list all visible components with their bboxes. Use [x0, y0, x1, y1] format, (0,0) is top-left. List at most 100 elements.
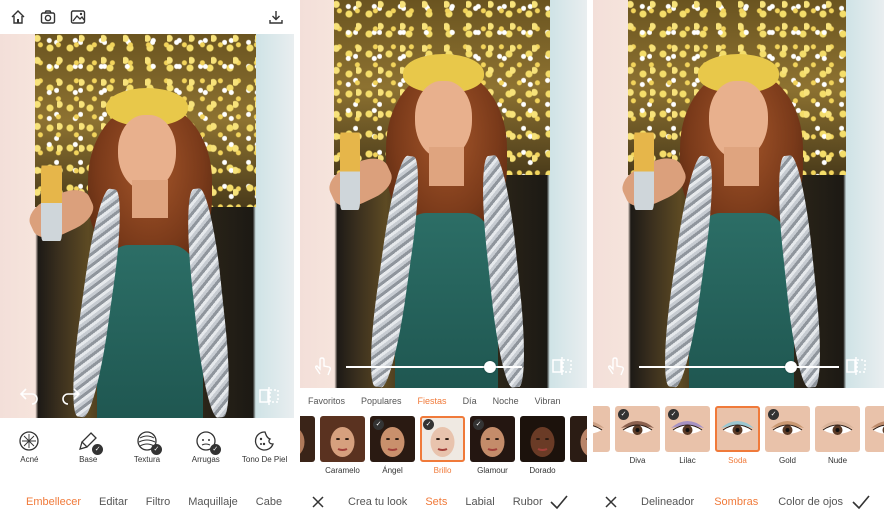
- beautify-screen: Acné ✓ Base ✓ Textura ✓ Arrugas Tono De …: [0, 0, 294, 520]
- texture-icon: ✓: [136, 430, 162, 455]
- tool-base[interactable]: ✓ Base: [60, 430, 116, 474]
- nav-editar[interactable]: Editar: [99, 496, 128, 508]
- eyeshadow-screen: ve ✓ Diva ✓ Lilac Soda ✓ Gold Nude C Delineador S…: [593, 0, 884, 520]
- photo-canvas[interactable]: [0, 34, 294, 418]
- look-preset-image: ✓: [370, 416, 415, 462]
- applied-check-icon: ✓: [209, 444, 221, 455]
- look-preset[interactable]: ía: [300, 416, 315, 475]
- nav-delineador[interactable]: Delineador: [641, 496, 694, 508]
- hand-touch-icon[interactable]: [312, 356, 334, 383]
- nav-labial[interactable]: Labial: [465, 496, 494, 508]
- nav-sombras[interactable]: Sombras: [714, 496, 758, 508]
- photo-canvas[interactable]: [300, 0, 587, 388]
- look-preset[interactable]: ✓ Glamour: [470, 416, 515, 475]
- champagne-glass: [41, 156, 62, 242]
- skin-tone-icon: [254, 430, 276, 452]
- bottom-nav: Crea tu look Sets Labial Rubor: [300, 484, 587, 520]
- eyeshadow-preset-image: [815, 406, 860, 452]
- look-preset[interactable]: ✓ Ángel: [370, 416, 415, 475]
- compare-icon[interactable]: [551, 356, 573, 381]
- eyeshadow-preset-label: Lilac: [679, 456, 696, 465]
- look-preset-image: ✓: [420, 416, 465, 462]
- tab-populares[interactable]: Populares: [361, 396, 402, 412]
- tool-acne[interactable]: Acné: [1, 430, 57, 474]
- tool-skin-tone[interactable]: Tono De Piel: [237, 430, 293, 474]
- applied-check-icon: ✓: [618, 409, 629, 420]
- eyeshadow-preset[interactable]: ✓ Diva: [615, 406, 660, 465]
- wrinkles-icon: ✓: [195, 430, 221, 455]
- eyeshadow-preset[interactable]: Nude: [815, 406, 860, 465]
- checkmark-icon[interactable]: [549, 494, 569, 510]
- look-preset-image: [300, 416, 315, 462]
- undo-icon[interactable]: [18, 386, 40, 411]
- close-icon[interactable]: [603, 494, 619, 510]
- intensity-slider-track[interactable]: [639, 366, 839, 368]
- eyeshadow-preset[interactable]: ✓ Lilac: [665, 406, 710, 465]
- close-icon[interactable]: [310, 494, 326, 510]
- applied-check-icon: ✓: [423, 419, 434, 430]
- compare-icon[interactable]: [258, 386, 280, 411]
- compare-icon[interactable]: [845, 356, 867, 381]
- neck: [429, 147, 464, 187]
- look-preset[interactable]: Caramelo: [320, 416, 365, 475]
- look-preset-image: [520, 416, 565, 462]
- eyeshadow-preset[interactable]: C: [865, 406, 884, 465]
- eyeshadow-preset-label: Soda: [728, 456, 747, 465]
- nav-rubor[interactable]: Rubor: [513, 496, 543, 508]
- eyeshadow-preset-image: [865, 406, 884, 452]
- eyeshadow-preset-image: [593, 406, 610, 452]
- gallery-icon[interactable]: [70, 9, 86, 25]
- nav-sets[interactable]: Sets: [425, 496, 447, 508]
- eyeshadow-preset-label: Gold: [779, 456, 796, 465]
- acne-icon: [18, 430, 40, 452]
- look-preset[interactable]: Dorado: [520, 416, 565, 475]
- look-preset[interactable]: ✓ Brillo: [420, 416, 465, 475]
- intensity-slider-knob[interactable]: [785, 361, 797, 373]
- checkmark-icon[interactable]: [851, 494, 871, 510]
- hand-touch-icon[interactable]: [605, 356, 627, 383]
- nav-crea-tu-look[interactable]: Crea tu look: [348, 496, 407, 508]
- look-category-tabs: Favoritos Populares Fiestas Día Noche Vi…: [300, 396, 587, 412]
- eyeshadow-preset-image: ✓: [765, 406, 810, 452]
- camera-icon[interactable]: [40, 9, 56, 25]
- photo-canvas[interactable]: [593, 0, 884, 388]
- redo-icon[interactable]: [60, 386, 82, 411]
- nav-cabello[interactable]: Cabe: [256, 496, 282, 508]
- look-preset-image: [320, 416, 365, 462]
- eyeshadow-preset-label: Nude: [827, 456, 848, 465]
- applied-check-icon: ✓: [668, 409, 679, 420]
- eyeshadow-preset[interactable]: Soda: [715, 406, 760, 465]
- nav-maquillaje[interactable]: Maquillaje: [188, 496, 238, 508]
- look-preset[interactable]: E: [570, 416, 587, 475]
- applied-check-icon: ✓: [473, 419, 484, 430]
- tab-favoritos[interactable]: Favoritos: [308, 396, 345, 412]
- tab-fiestas[interactable]: Fiestas: [418, 396, 447, 412]
- look-preset-image: ✓: [470, 416, 515, 462]
- download-icon[interactable]: [268, 9, 284, 25]
- applied-check-icon: ✓: [768, 409, 779, 420]
- nav-embellecer[interactable]: Embellecer: [26, 496, 81, 508]
- tab-noche[interactable]: Noche: [493, 396, 519, 412]
- applied-check-icon: ✓: [92, 444, 104, 455]
- applied-check-icon: ✓: [150, 444, 162, 455]
- tab-dia[interactable]: Día: [463, 396, 477, 412]
- look-preset-label: Ángel: [382, 466, 403, 475]
- bottom-nav: Embellecer Editar Filtro Maquillaje Cabe: [0, 484, 294, 520]
- look-preset-label: Caramelo: [325, 466, 360, 475]
- tab-vibrante[interactable]: Vibran: [535, 396, 561, 412]
- tool-wrinkles[interactable]: ✓ Arrugas: [178, 430, 234, 474]
- eyeshadow-preset-image: ✓: [665, 406, 710, 452]
- eyeshadow-preset[interactable]: ve: [593, 406, 610, 465]
- champagne-glass: [633, 124, 655, 210]
- tool-label: Acné: [20, 455, 39, 464]
- look-presets-strip: ía Caramelo ✓ Ángel ✓ Brillo ✓ Glamour Dorado E: [300, 416, 587, 475]
- eyeshadow-preset-image: [715, 406, 760, 452]
- eyeshadow-presets-strip: ve ✓ Diva ✓ Lilac Soda ✓ Gold Nude C: [593, 406, 884, 465]
- bottom-nav: Delineador Sombras Color de ojos: [593, 484, 884, 520]
- look-preset-label: Glamour: [477, 466, 508, 475]
- tool-texture[interactable]: ✓ Textura: [119, 430, 175, 474]
- nav-color-de-ojos[interactable]: Color de ojos: [778, 496, 843, 508]
- home-icon[interactable]: [10, 9, 26, 25]
- nav-filtro[interactable]: Filtro: [146, 496, 170, 508]
- eyeshadow-preset[interactable]: ✓ Gold: [765, 406, 810, 465]
